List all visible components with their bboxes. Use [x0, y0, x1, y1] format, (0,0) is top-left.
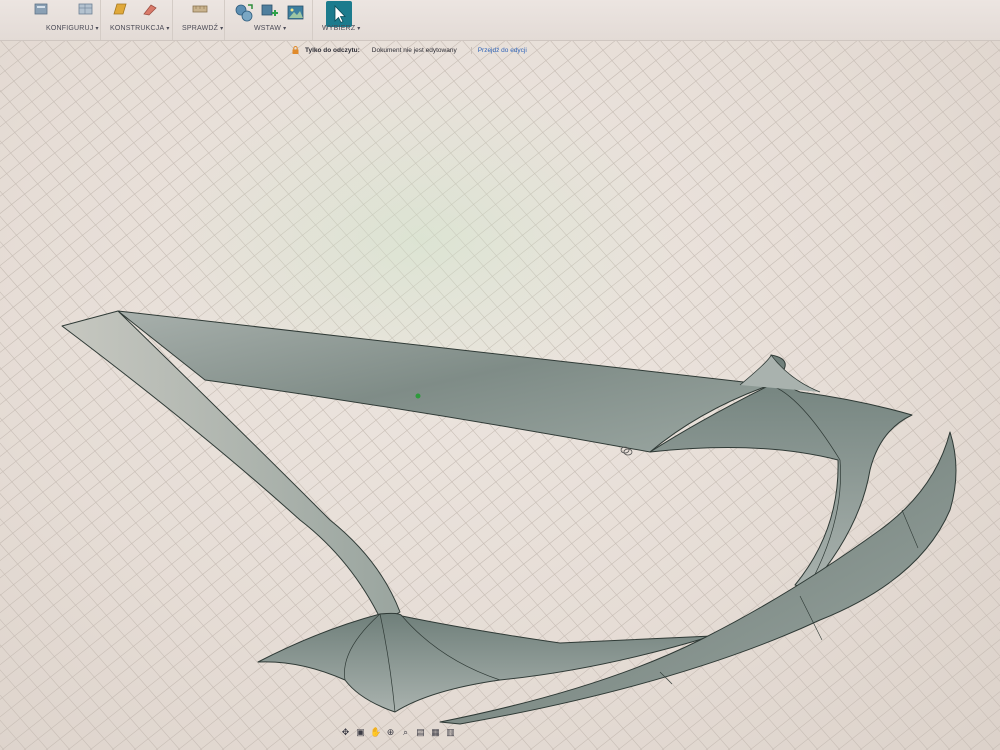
group-label: SPRAWDŹ ▾ — [182, 25, 224, 32]
grid-settings-icon[interactable]: ▦ — [430, 727, 441, 738]
grid-line — [0, 40, 45, 76]
canvas-viewport[interactable] — [0, 40, 1000, 750]
grid-line — [0, 719, 27, 750]
grid-line — [903, 673, 1000, 750]
grid-line — [0, 40, 177, 180]
surface-model[interactable] — [61, 310, 957, 725]
group-wybierz[interactable]: WYBIERZ ▾ — [312, 0, 372, 40]
grid-line — [859, 639, 1000, 750]
grid-line — [923, 40, 1000, 128]
grid-line — [881, 656, 1000, 750]
zoom-icon[interactable]: ⊕ — [385, 727, 396, 738]
edit-document-link[interactable]: Przejdź do edycji — [470, 46, 527, 54]
fusion-window: KONFIGURUJ ▾ KONSTRUKCJA ▾ SPRAWDŹ ▾ WST… — [0, 0, 1000, 750]
group-label: KONFIGURUJ ▾ — [46, 25, 99, 32]
table-icon — [78, 3, 93, 15]
group-label: WSTAW ▾ — [254, 25, 287, 32]
insert-mesh-icon — [235, 4, 253, 22]
readonly-banner: Tylko do odczytu: Dokument nie jest edyt… — [292, 42, 527, 58]
group-konstrukcja[interactable]: KONSTRUKCJA ▾ — [100, 0, 173, 40]
viewports-icon[interactable]: ▥ — [445, 727, 456, 738]
grid-line — [837, 621, 1000, 750]
display-settings-icon[interactable]: ▤ — [415, 727, 426, 738]
readonly-message: Dokument nie jest edytowany — [371, 46, 457, 54]
configure-icon — [34, 3, 48, 15]
group-label: WYBIERZ ▾ — [322, 25, 361, 32]
grid-line — [815, 604, 1000, 750]
fit-icon[interactable]: ⌕ — [400, 727, 411, 738]
grid-line — [991, 743, 1000, 750]
axis-icon — [143, 4, 157, 16]
lock-icon — [292, 46, 299, 54]
grid-line — [0, 40, 89, 110]
scene-svg[interactable] — [0, 40, 1000, 750]
ribbon-toolbar: KONFIGURUJ ▾ KONSTRUKCJA ▾ SPRAWDŹ ▾ WST… — [0, 0, 1000, 41]
cursor-arrow-icon — [334, 5, 346, 24]
readonly-label: Tylko do odczytu: — [305, 46, 360, 54]
grid-line — [969, 725, 1000, 750]
orbit-icon[interactable]: ✥ — [340, 727, 351, 738]
group-label: KONSTRUKCJA ▾ — [110, 25, 170, 32]
grid-line — [0, 40, 111, 128]
grid-line — [835, 40, 1000, 229]
navigation-bar: ✥ ▣ ✋ ⊕ ⌕ ▤ ▦ ▥ — [340, 722, 480, 742]
grid-line — [0, 669, 71, 750]
pan-icon[interactable]: ✋ — [370, 727, 381, 738]
grid-line — [793, 587, 1000, 750]
grid-line — [0, 618, 115, 750]
insert-svg-icon — [261, 4, 278, 16]
select-button[interactable] — [326, 1, 352, 27]
measure-icon — [192, 5, 208, 13]
group-wstaw[interactable]: WSTAW ▾ — [224, 0, 313, 40]
origin-point[interactable] — [415, 393, 421, 399]
group-konfiguruj[interactable]: KONFIGURUJ ▾ — [0, 0, 101, 40]
grid-line — [879, 40, 1000, 178]
look-at-icon[interactable]: ▣ — [355, 727, 366, 738]
plane-icon — [113, 3, 127, 15]
insert-image-icon — [287, 5, 304, 20]
group-sprawdz[interactable]: SPRAWDŹ ▾ — [172, 0, 225, 40]
